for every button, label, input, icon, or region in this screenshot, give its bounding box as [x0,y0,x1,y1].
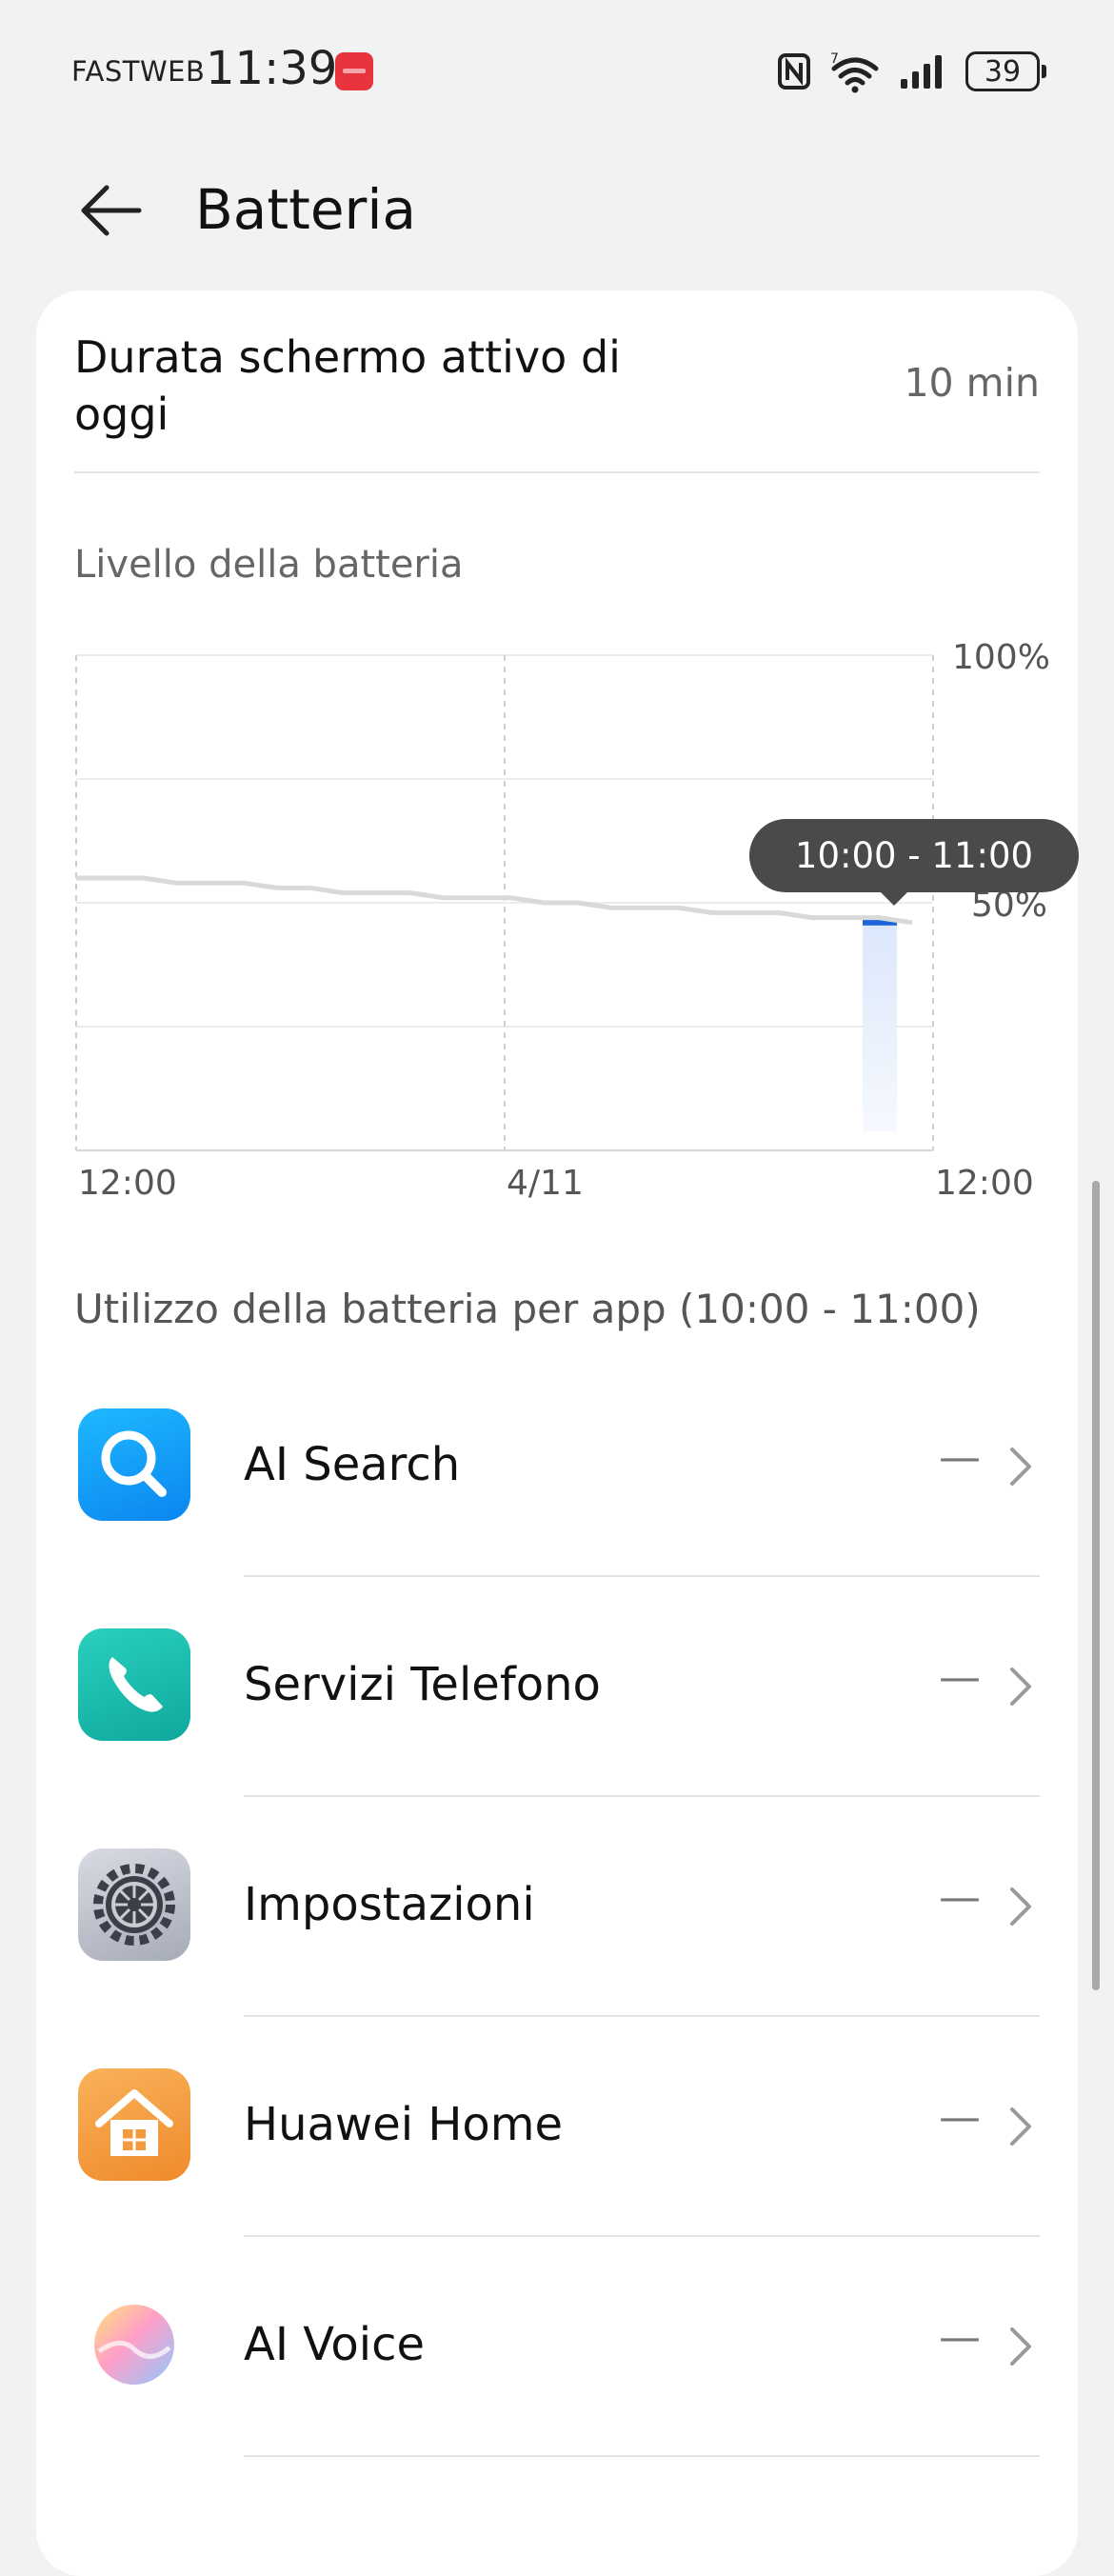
app-row-servizi-telefono[interactable]: Servizi Telefono — [36,1577,1078,1797]
ai-search-icon [78,1408,190,1521]
x-tick-end: 12:00 [935,1164,1034,1203]
app-name: Huawei Home [244,2098,564,2151]
status-clock: 11:39 [206,42,338,95]
app-name: Servizi Telefono [244,1658,601,1711]
app-usage-value: — [939,2093,981,2142]
carrier-name: FASTWEB [71,55,206,88]
app-usage-value: — [939,1433,981,1482]
battery-level-chart[interactable] [36,290,1078,1205]
status-icons: 7 39 [777,48,1046,95]
chevron-right-icon [1010,1887,1031,1926]
page-title: Batteria [195,177,416,242]
chart-tooltip: 10:00 - 11:00 [749,819,1079,906]
nfc-icon [778,53,810,90]
ai-voice-icon [78,2288,190,2401]
phone-services-icon [78,1628,190,1741]
chevron-right-icon [1010,1667,1031,1706]
x-tick-mid: 4/11 [507,1164,584,1203]
app-row-ai-search[interactable]: AI Search — [36,1357,1078,1577]
scrollbar[interactable] [1092,1181,1100,1990]
back-button[interactable] [69,170,150,251]
app-name: AI Voice [244,2318,425,2371]
app-usage-value: — [939,2313,981,2362]
app-usage-label: Utilizzo della batteria per app (10:00 -… [74,1286,981,1332]
battery-indicator: 39 [965,51,1046,91]
app-name: Impostazioni [244,1878,535,1931]
app-row-huawei-home[interactable]: Huawei Home — [36,2017,1078,2237]
app-usage-value: — [939,1653,981,1702]
signal-strength-icon [901,55,942,89]
status-bar: FASTWEB 11:39 7 39 [0,0,1114,143]
chevron-right-icon [1010,2107,1031,2146]
appgallery-notification-icon [335,52,373,90]
chart-grid [75,654,934,1151]
wifi-6-icon: 7 [830,51,879,93]
app-name: AI Search [244,1438,461,1491]
chevron-right-icon [1010,1448,1031,1486]
chevron-right-icon [1010,2327,1031,2366]
back-arrow-icon [81,185,142,236]
battery-card: Durata schermo attivo di oggi 10 min Liv… [36,290,1079,2576]
divider [244,2455,1040,2457]
app-row-ai-voice[interactable]: AI Voice — [36,2237,1078,2457]
x-tick-start: 12:00 [78,1164,177,1203]
huawei-home-icon [78,2068,190,2181]
battery-percentage: 39 [984,54,1022,89]
selection-bar [863,922,897,1131]
app-usage-value: — [939,1873,981,1922]
y-tick-100: 100% [952,638,1050,677]
app-row-impostazioni[interactable]: Impostazioni — [36,1797,1078,2017]
settings-gear-icon [78,1848,190,1961]
chart-selection [863,919,897,1131]
